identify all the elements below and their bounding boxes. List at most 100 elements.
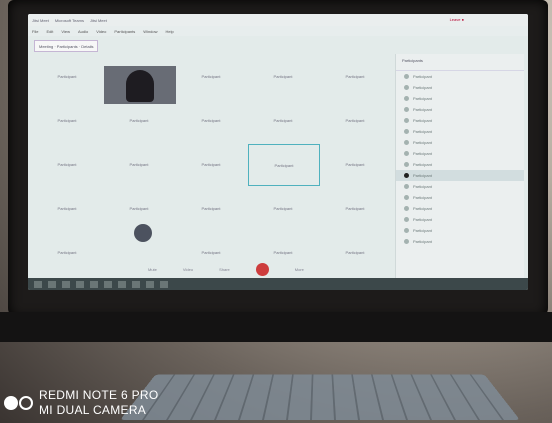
mute-button[interactable]: Mute: [148, 267, 157, 272]
taskbar-app-icon[interactable]: [146, 280, 154, 288]
participant-list-item[interactable]: Participant: [396, 170, 524, 181]
participant-tile[interactable]: Participant: [248, 56, 318, 96]
participant-list-item[interactable]: Participant: [396, 126, 524, 137]
participant-name: Participant: [413, 129, 432, 134]
participant-list-item[interactable]: Participant: [396, 214, 524, 225]
menu-video[interactable]: Video: [96, 29, 106, 34]
participant-tile[interactable]: Participant: [32, 144, 102, 184]
participant-tile[interactable]: Participant: [248, 100, 318, 140]
hangup-button[interactable]: [255, 262, 269, 276]
participant-grid: Participant Participant Participant Partici…: [32, 56, 388, 276]
participant-tile[interactable]: Participant: [104, 144, 174, 184]
participant-tile[interactable]: Participant: [320, 100, 390, 140]
participant-tile[interactable]: Participant: [248, 144, 320, 186]
participant-name: Participant: [413, 184, 432, 189]
menu-edit[interactable]: Edit: [46, 29, 53, 34]
menu-participants[interactable]: Participants: [114, 29, 135, 34]
participant-tile[interactable]: Participant: [104, 100, 174, 140]
participant-avatar[interactable]: [134, 224, 152, 242]
video-button[interactable]: Video: [183, 267, 193, 272]
participant-tile[interactable]: Participant: [320, 144, 390, 184]
participant-tile[interactable]: Participant: [104, 188, 174, 228]
taskbar-app-icon[interactable]: [104, 280, 112, 288]
taskbar-app-icon[interactable]: [34, 280, 42, 288]
participant-tile[interactable]: Participant: [32, 100, 102, 140]
participant-status-icon: [404, 173, 409, 178]
watermark-ring-icon: [19, 396, 33, 410]
menu-bar: File Edit View Audio Video Participants …: [28, 26, 528, 36]
taskbar-app-icon[interactable]: [160, 280, 168, 288]
taskbar-app-icon[interactable]: [118, 280, 126, 288]
participant-name: Participant: [413, 228, 432, 233]
participant-status-icon: [404, 217, 409, 222]
participant-status-icon: [404, 239, 409, 244]
panel-header: Participants: [396, 54, 524, 71]
participant-list-item[interactable]: Participant: [396, 192, 524, 203]
participant-list-item[interactable]: Participant: [396, 104, 524, 115]
taskbar: [28, 278, 528, 290]
person-silhouette: [126, 70, 154, 102]
participant-tile[interactable]: Participant: [176, 100, 246, 140]
participant-name: Participant: [413, 173, 432, 178]
participant-list-item[interactable]: Participant: [396, 203, 524, 214]
participant-name: Participant: [413, 107, 432, 112]
participant-status-icon: [404, 206, 409, 211]
participant-list-item[interactable]: Participant: [396, 115, 524, 126]
menu-audio[interactable]: Audio: [78, 29, 88, 34]
participant-tile[interactable]: Participant: [32, 232, 102, 272]
taskbar-app-icon[interactable]: [90, 280, 98, 288]
participant-name: Participant: [413, 195, 432, 200]
participant-status-icon: [404, 162, 409, 167]
participant-list-item[interactable]: Participant: [396, 71, 524, 82]
participant-list-item[interactable]: Participant: [396, 148, 524, 159]
tab-3[interactable]: Jitsi Meet: [90, 18, 107, 23]
participant-status-icon: [404, 140, 409, 145]
participant-name: Participant: [413, 140, 432, 145]
participant-tile[interactable]: Participant: [176, 188, 246, 228]
participant-tile[interactable]: Participant: [320, 56, 390, 96]
participant-list-item[interactable]: Participant: [396, 225, 524, 236]
participant-name: Participant: [413, 74, 432, 79]
participant-tile[interactable]: Participant: [248, 188, 318, 228]
participant-status-icon: [404, 184, 409, 189]
participant-list-item[interactable]: Participant: [396, 181, 524, 192]
participant-tile[interactable]: Participant: [176, 144, 246, 184]
participant-tile[interactable]: Participant: [32, 56, 102, 96]
call-controls: Mute Video Share More: [148, 262, 304, 276]
menu-help[interactable]: Help: [166, 29, 174, 34]
tab-2[interactable]: Microsoft Teams: [55, 18, 84, 23]
menu-window[interactable]: Window: [143, 29, 157, 34]
participant-tile[interactable]: Participant: [320, 188, 390, 228]
meeting-info-button[interactable]: Meeting · Participants · Details: [34, 40, 99, 52]
menu-file[interactable]: File: [32, 29, 38, 34]
participant-tile[interactable]: Participant: [32, 188, 102, 228]
participant-list-item[interactable]: Participant: [396, 159, 524, 170]
participant-name: Participant: [413, 206, 432, 211]
more-button[interactable]: More: [295, 267, 304, 272]
taskbar-app-icon[interactable]: [62, 280, 70, 288]
participant-status-icon: [404, 129, 409, 134]
participant-tile[interactable]: Participant: [320, 232, 390, 272]
participant-tile[interactable]: Participant: [176, 56, 246, 96]
participant-list-item[interactable]: Participant: [396, 137, 524, 148]
taskbar-app-icon[interactable]: [76, 280, 84, 288]
participant-name: Participant: [413, 118, 432, 123]
taskbar-app-icon[interactable]: [48, 280, 56, 288]
participant-status-icon: [404, 118, 409, 123]
participant-video[interactable]: [104, 66, 176, 104]
tab-1[interactable]: Jitsi Meet: [32, 18, 49, 23]
participant-name: Participant: [413, 151, 432, 156]
status-badge[interactable]: Leave ●: [450, 17, 464, 22]
participants-panel: Participants Participant Participant Parti…: [395, 54, 524, 278]
taskbar-app-icon[interactable]: [132, 280, 140, 288]
participant-status-icon: [404, 107, 409, 112]
participant-list-item[interactable]: Participant: [396, 93, 524, 104]
watermark-logo: [4, 396, 33, 410]
participant-name: Participant: [413, 85, 432, 90]
share-button[interactable]: Share: [219, 267, 230, 272]
participant-list: Participant Participant Participant Partici…: [396, 71, 524, 247]
window-titlebar: Jitsi Meet Microsoft Teams Jitsi Meet Le…: [28, 14, 528, 26]
participant-list-item[interactable]: Participant: [396, 82, 524, 93]
menu-view[interactable]: View: [61, 29, 70, 34]
participant-list-item[interactable]: Participant: [396, 236, 524, 247]
